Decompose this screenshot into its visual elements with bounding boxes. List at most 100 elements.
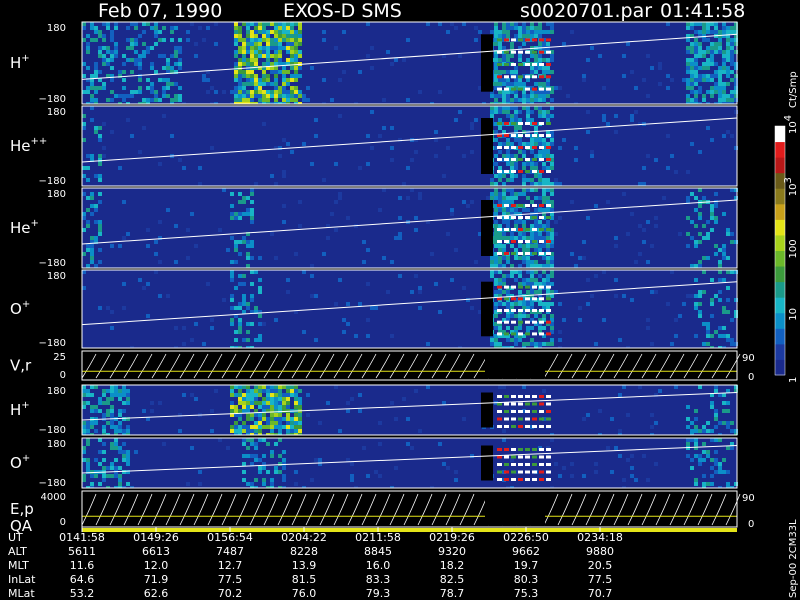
- spectrum-cell: [158, 78, 162, 82]
- spectrum-cell: [730, 78, 734, 82]
- spectrum-cell: [534, 282, 538, 286]
- spectrum-cell: [630, 70, 634, 74]
- spectrum-cell: [238, 26, 242, 30]
- spectrum-cell: [722, 334, 726, 338]
- flux-marker: [511, 204, 516, 207]
- spectrum-cell: [622, 74, 626, 78]
- spectrum-cell: [518, 54, 522, 58]
- spectrum-cell: [198, 182, 202, 186]
- spectrum-cell: [274, 256, 278, 260]
- spectrum-cell: [714, 462, 718, 466]
- flux-marker: [539, 425, 544, 428]
- spectrum-cell: [254, 385, 258, 389]
- spectrum-cell: [510, 82, 514, 86]
- orbit-value: 12.7: [218, 559, 243, 572]
- spectrum-cell: [278, 417, 282, 421]
- spectrum-cell: [122, 86, 126, 90]
- spectrum-cell: [530, 260, 534, 264]
- spectrum-cell: [526, 34, 530, 38]
- flux-marker: [546, 455, 551, 459]
- spectrum-cell: [238, 306, 242, 310]
- panel-background: [82, 106, 737, 186]
- spectrum-cell: [290, 50, 294, 54]
- flux-marker: [504, 216, 509, 219]
- spectrum-cell: [626, 232, 630, 236]
- spectrum-cell: [178, 158, 182, 162]
- spectrum-cell: [714, 409, 718, 413]
- spectrum-cell: [82, 401, 86, 405]
- spectrum-cell: [702, 342, 706, 346]
- spectrum-cell: [86, 34, 90, 38]
- spectrum-cell: [714, 330, 718, 334]
- spectrum-cell: [498, 326, 502, 330]
- spectrum-cell: [502, 208, 506, 212]
- spectrum-cell: [686, 438, 690, 442]
- spectrum-cell: [238, 38, 242, 42]
- spectrum-cell: [522, 82, 526, 86]
- spectrum-cell: [614, 278, 618, 282]
- flux-marker: [546, 470, 551, 474]
- flux-marker: [532, 204, 537, 207]
- flux-marker: [497, 417, 502, 421]
- flux-marker: [511, 455, 516, 459]
- spectrum-cell: [286, 290, 290, 294]
- spectrum-cell: [530, 138, 534, 142]
- flux-marker: [504, 425, 509, 428]
- spectrum-cell: [510, 244, 514, 248]
- spectrum-cell: [278, 462, 282, 466]
- spectrum-cell: [690, 22, 694, 26]
- spectrum-cell: [582, 417, 586, 421]
- panel-label: H+: [10, 53, 30, 72]
- spectrum-cell: [254, 442, 258, 446]
- spectrum-cell: [730, 50, 734, 54]
- spectrum-cell: [538, 220, 542, 224]
- spectrum-cell: [294, 393, 298, 397]
- spectrum-cell: [498, 42, 502, 46]
- spectrum-cell: [402, 397, 406, 401]
- spectrum-cell: [726, 38, 730, 42]
- spectrum-cell: [722, 256, 726, 260]
- spectrum-cell: [498, 192, 502, 196]
- spectrum-cell: [702, 256, 706, 260]
- spectrum-cell: [274, 62, 278, 66]
- spectrum-cell: [722, 54, 726, 58]
- spectrum-cell: [210, 318, 214, 322]
- spectrum-cell: [350, 474, 354, 478]
- spectrum-cell: [502, 98, 506, 102]
- spectrum-cell: [194, 397, 198, 401]
- spectrum-cell: [238, 62, 242, 66]
- spectrum-cell: [250, 98, 254, 102]
- spectrum-cell: [634, 478, 638, 482]
- spectrum-cell: [490, 30, 494, 34]
- spectrum-cell: [138, 66, 142, 70]
- spectrum-cell: [722, 278, 726, 282]
- spectrum-cell: [510, 270, 514, 274]
- spectrum-cell: [726, 74, 730, 78]
- spectrum-cell: [646, 154, 650, 158]
- spectrum-cell: [302, 98, 306, 102]
- spectrum-cell: [514, 110, 518, 114]
- spectrum-cell: [542, 278, 546, 282]
- spectrum-cell: [206, 282, 210, 286]
- spectrum-cell: [506, 82, 510, 86]
- spectrum-cell: [690, 98, 694, 102]
- spectrum-cell: [310, 478, 314, 482]
- spectrum-cell: [106, 409, 110, 413]
- spectrum-cell: [702, 62, 706, 66]
- spectrum-cell: [730, 62, 734, 66]
- spectrum-cell: [618, 454, 622, 458]
- spectrum-cell: [550, 282, 554, 286]
- spectrum-cell: [558, 302, 562, 306]
- panel-y-min: −180: [39, 94, 66, 105]
- spectrum-cell: [282, 66, 286, 70]
- spectrum-cell: [250, 270, 254, 274]
- spectrum-cell: [698, 188, 702, 192]
- spectrum-cell: [274, 34, 278, 38]
- panel-oplus2: O+180−180: [10, 437, 738, 489]
- spectrum-cell: [338, 429, 342, 433]
- spectrum-cell: [674, 318, 678, 322]
- spectrum-cell: [570, 252, 574, 256]
- spectrum-cell: [534, 126, 538, 130]
- spectrum-cell: [298, 94, 302, 98]
- spectrum-cell: [258, 421, 262, 425]
